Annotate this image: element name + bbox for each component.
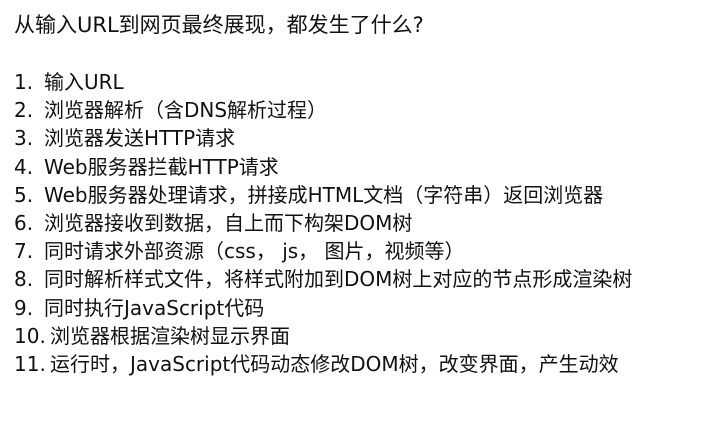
- item-text: Web服务器处理请求，拼接成HTML文档（字符串）返回浏览器: [44, 182, 604, 207]
- list-item: 4. Web服务器拦截HTTP请求: [14, 153, 709, 181]
- item-text: 浏览器解析（含DNS解析过程）: [44, 98, 328, 123]
- item-number: 8.: [14, 267, 34, 292]
- item-number: 2.: [14, 98, 34, 123]
- item-number: 5.: [14, 182, 34, 207]
- list-item: 7. 同时请求外部资源（css， js， 图片，视频等）: [14, 237, 709, 265]
- item-number: 3.: [14, 126, 34, 151]
- list-item: 11. 运行时，JavaScript代码动态修改DOM树，改变界面，产生动效: [14, 350, 709, 378]
- list-item: 3. 浏览器发送HTTP请求: [14, 124, 709, 152]
- item-number: 6.: [14, 210, 34, 235]
- item-text: 同时执行JavaScript代码: [44, 295, 265, 320]
- list-item: 10. 浏览器根据渲染树显示界面: [14, 322, 709, 350]
- item-number: 4.: [14, 154, 34, 179]
- list-item: 1. 输入URL: [14, 68, 709, 96]
- item-text: Web服务器拦截HTTP请求: [44, 154, 279, 179]
- item-number: 10.: [14, 323, 46, 348]
- list-item: 5. Web服务器处理请求，拼接成HTML文档（字符串）返回浏览器: [14, 181, 709, 209]
- item-text: 运行时，JavaScript代码动态修改DOM树，改变界面，产生动效: [50, 351, 619, 376]
- document-title: 从输入URL到网页最终展现，都发生了什么?: [14, 13, 424, 37]
- item-number: 7.: [14, 239, 34, 264]
- item-text: 浏览器发送HTTP请求: [44, 126, 236, 151]
- item-number: 1.: [14, 70, 34, 94]
- step-list: 1. 输入URL 2. 浏览器解析（含DNS解析过程） 3. 浏览器发送HTTP…: [14, 68, 709, 378]
- list-item: 9. 同时执行JavaScript代码: [14, 294, 709, 322]
- list-item: 6. 浏览器接收到数据，自上而下构架DOM树: [14, 209, 709, 237]
- item-text: 输入URL: [44, 70, 124, 94]
- item-text: 浏览器根据渲染树显示界面: [50, 323, 290, 348]
- item-number: 11.: [14, 351, 46, 376]
- list-item: 8. 同时解析样式文件，将样式附加到DOM树上对应的节点形成渲染树: [14, 265, 709, 293]
- document: 从输入URL到网页最终展现，都发生了什么? 1. 输入URL 2. 浏览器解析（…: [14, 0, 709, 422]
- item-text: 同时请求外部资源（css， js， 图片，视频等）: [44, 239, 465, 264]
- item-text: 浏览器接收到数据，自上而下构架DOM树: [44, 210, 413, 235]
- item-text: 同时解析样式文件，将样式附加到DOM树上对应的节点形成渲染树: [44, 267, 633, 292]
- item-number: 9.: [14, 295, 34, 320]
- list-item: 2. 浏览器解析（含DNS解析过程）: [14, 96, 709, 124]
